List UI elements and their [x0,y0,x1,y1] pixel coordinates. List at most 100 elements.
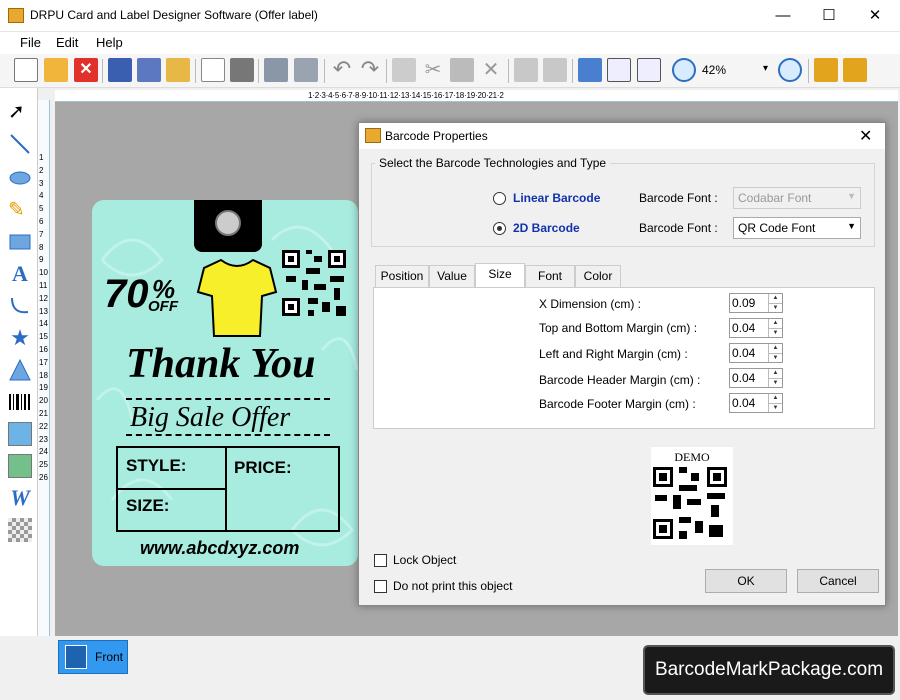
rectangle-icon[interactable] [8,230,32,254]
chevron-down-icon: ▼ [847,191,856,201]
barcode-icon[interactable] [8,390,32,414]
spin-down-icon[interactable]: ▼ [768,328,782,337]
left-right-margin-input[interactable]: 0.04 ▲ ▼ [729,343,783,363]
line-icon[interactable] [8,132,32,156]
save-as-icon[interactable] [137,58,161,82]
ok-button[interactable]: OK [705,569,787,593]
front-page-tab[interactable]: Front [58,640,128,674]
close-window-button[interactable]: ✕ [852,0,898,31]
tab-font[interactable]: Font [525,265,575,287]
spin-up-icon[interactable]: ▲ [768,344,782,353]
top-bottom-margin-input[interactable]: 0.04 ▲ ▼ [729,318,783,338]
close-file-icon[interactable]: ✕ [74,58,98,82]
undo-icon[interactable]: ↶ [330,58,354,82]
center-icon[interactable] [637,58,661,82]
paste-icon[interactable] [450,58,474,82]
tab-value[interactable]: Value [429,265,475,287]
tab-color[interactable]: Color [575,265,621,287]
database-add-icon[interactable] [264,58,288,82]
database-icon[interactable] [294,58,318,82]
triangle-icon[interactable] [8,358,32,382]
image-icon[interactable] [8,422,32,446]
group-title: Select the Barcode Technologies and Type [375,156,611,170]
curve-icon[interactable] [8,294,32,318]
print-icon[interactable] [230,58,254,82]
export-icon[interactable] [166,58,190,82]
info-table: STYLE: PRICE: SIZE: [116,446,340,532]
ellipse-icon[interactable] [8,166,32,190]
tab-position[interactable]: Position [375,265,429,287]
open-icon[interactable] [44,58,68,82]
size-label: SIZE: [126,496,170,515]
no-print-label[interactable]: Do not print this object [393,579,512,593]
star-icon[interactable]: ★ [8,326,32,350]
minimize-button[interactable]: — [760,0,806,31]
zoom-out-icon[interactable] [778,58,802,82]
brand-text: BarcodeMarkPackage.com [654,659,884,680]
discount-number: 70 [104,272,149,316]
lock-icon[interactable] [814,58,838,82]
card-qr-code[interactable] [278,244,350,324]
tab-size[interactable]: Size [475,263,525,287]
horizontal-ruler-labels: 1·2·3·4·5·6·7·8·9·10·11·12·13·14·15·16·1… [308,91,504,100]
new-icon[interactable] [14,58,38,82]
spin-up-icon[interactable]: ▲ [768,369,782,378]
word-art-icon[interactable]: W [8,486,32,510]
pattern-icon[interactable] [8,518,32,542]
select-icon[interactable]: ➚ [8,100,32,124]
grid-icon[interactable] [578,58,602,82]
offer-label-card[interactable]: 70 % OFF Thank You Big Sale Offer STYLE:… [92,200,358,566]
lock-object-label[interactable]: Lock Object [393,553,456,567]
top-bottom-margin-label: Top and Bottom Margin (cm) : [539,321,698,335]
chevron-down-icon: ▼ [847,221,856,231]
thank-you-text: Thank You [126,341,316,387]
zoom-value[interactable]: 42% [702,63,726,77]
left-right-margin-label: Left and Right Margin (cm) : [539,347,688,361]
pencil-icon[interactable]: ✎ [8,198,32,222]
dialog-close-icon[interactable]: ✕ [859,126,872,146]
x-dimension-input[interactable]: 0.09 ▲ ▼ [729,293,783,313]
linear-label[interactable]: Linear Barcode [513,191,600,205]
twod-label[interactable]: 2D Barcode [513,221,580,235]
linear-radio[interactable] [493,192,506,205]
image-library-icon[interactable] [8,454,32,478]
send-back-icon[interactable] [543,58,567,82]
properties-icon[interactable] [201,58,225,82]
footer-margin-input[interactable]: 0.04 ▲ ▼ [729,393,783,413]
app-icon [8,8,24,23]
lock-object-checkbox[interactable] [374,554,387,567]
save-icon[interactable] [108,58,132,82]
maximize-button[interactable]: ☐ [806,0,852,31]
fit-icon[interactable] [607,58,631,82]
twod-radio[interactable] [493,222,506,235]
toolbar-separator [808,59,809,83]
menu-file[interactable]: File [20,35,41,50]
spin-down-icon[interactable]: ▼ [768,378,782,387]
spin-down-icon[interactable]: ▼ [768,303,782,312]
x-dimension-label: X Dimension (cm) : [539,297,642,311]
delete-icon[interactable]: ✕ [479,58,503,82]
spin-up-icon[interactable]: ▲ [768,394,782,403]
no-print-checkbox[interactable] [374,580,387,593]
cancel-button[interactable]: Cancel [797,569,879,593]
unlock-icon[interactable] [843,58,867,82]
zoom-dropdown-icon[interactable]: ▾ [763,63,768,74]
dialog-icon [365,128,381,143]
cut-icon[interactable]: ✂ [421,58,445,82]
twod-font-select[interactable]: QR Code Font ▼ [733,217,861,239]
barcode-preview: DEMO [651,447,733,545]
menu-edit[interactable]: Edit [56,35,78,50]
spin-up-icon[interactable]: ▲ [768,294,782,303]
linear-font-value: Codabar Font [738,191,812,205]
zoom-in-icon[interactable] [672,58,696,82]
redo-icon[interactable]: ↷ [358,58,382,82]
spin-down-icon[interactable]: ▼ [768,403,782,412]
header-margin-input[interactable]: 0.04 ▲ ▼ [729,368,783,388]
spin-down-icon[interactable]: ▼ [768,353,782,362]
menu-help[interactable]: Help [96,35,123,50]
spin-up-icon[interactable]: ▲ [768,319,782,328]
text-icon[interactable]: A [8,262,32,286]
toolbar-separator [572,59,573,83]
bring-front-icon[interactable] [514,58,538,82]
copy-icon[interactable] [392,58,416,82]
